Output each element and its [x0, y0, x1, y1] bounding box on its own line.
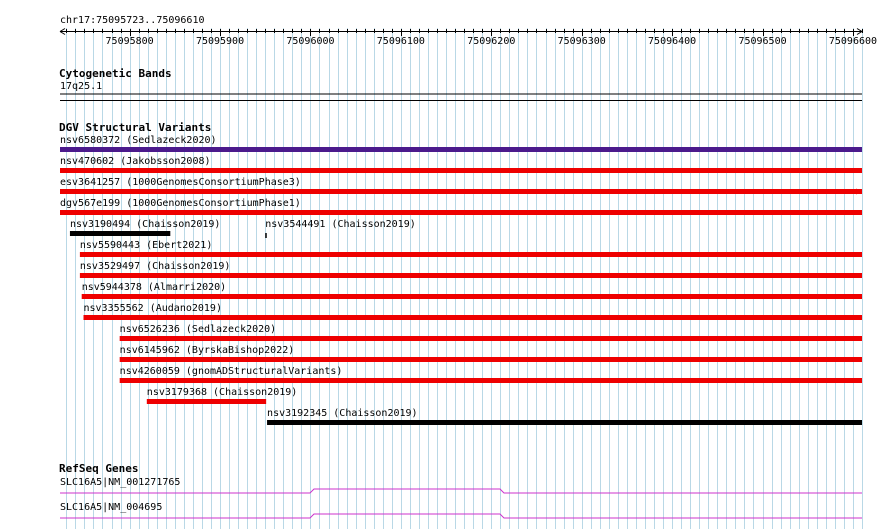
dgv-feature-bar[interactable] [81, 294, 862, 299]
dgv-feature-label: nsv5590443 (Ebert2021) [80, 240, 212, 251]
dgv-feature-bar[interactable] [79, 252, 862, 257]
gene-model-line[interactable] [60, 513, 862, 519]
dgv-feature-bar[interactable] [119, 357, 863, 362]
dgv-feature-label: nsv3529497 (Chaisson2019) [80, 261, 231, 272]
ruler-tick-labels: 75095800 75095900 75096000 75096100 75096200… [106, 36, 878, 47]
dgv-feature[interactable]: nsv4260059 (gnomADStructuralVariants) [119, 366, 863, 383]
gene-model-line[interactable] [60, 488, 862, 494]
dgv-feature-label: nsv5944378 (Almarri2020) [82, 282, 227, 293]
refseq-track-title[interactable]: RefSeq Genes [59, 462, 138, 475]
dgv-feature-label: nsv6580372 (Sedlazeck2020) [60, 135, 217, 146]
dgv-feature[interactable]: nsv6145962 (ByrskaBishop2022) [119, 345, 863, 362]
dgv-feature-label: dgv567e199 (1000GenomesConsortiumPhase1) [60, 198, 301, 209]
dgv-feature-label: nsv3192345 (Chaisson2019) [267, 408, 418, 419]
dgv-feature-bar[interactable] [83, 315, 863, 320]
dgv-feature-bar[interactable] [265, 233, 267, 238]
ruler-tick-label: 75096000 [286, 36, 334, 47]
dgv-feature-bar[interactable] [119, 336, 863, 341]
dgv-feature-bar[interactable] [69, 231, 171, 236]
dgv-feature[interactable]: nsv470602 (Jakobsson2008) [60, 156, 862, 173]
dgv-feature-bar[interactable] [119, 378, 863, 383]
dgv-track-title[interactable]: DGV Structural Variants [59, 121, 211, 134]
ruler-tick-label: 75095800 [106, 36, 154, 47]
dgv-feature-bar[interactable] [60, 210, 862, 215]
dgv-feature-label: esv3641257 (1000GenomesConsortiumPhase3) [60, 177, 301, 188]
dgv-feature-label: nsv3544491 (Chaisson2019) [265, 219, 416, 230]
dgv-feature-bar[interactable] [146, 399, 267, 404]
ruler-tick-label: 75096100 [377, 36, 425, 47]
ruler-location: chr17:75095723..75096610 [60, 15, 205, 26]
ruler-tick-label: 75096600 [829, 36, 877, 47]
dgv-feature-label: nsv6526236 (Sedlazeck2020) [120, 324, 277, 335]
genome-browser-track-view: chr17:75095723..75096610 75095800 7509590… [59, 15, 878, 529]
dgv-feature[interactable]: nsv3355562 (Audano2019) [83, 303, 863, 320]
refseq-gene-label: SLC16A5|NM_001271765 [60, 477, 180, 488]
dgv-feature-bar[interactable] [267, 420, 862, 425]
cytoband-band-label: 17q25.1 [60, 81, 102, 92]
dgv-feature[interactable]: nsv6580372 (Sedlazeck2020) [60, 135, 862, 152]
dgv-feature-bar[interactable] [60, 168, 862, 173]
dgv-feature[interactable]: nsv6526236 (Sedlazeck2020) [119, 324, 863, 341]
dgv-feature-bar[interactable] [60, 147, 862, 152]
dgv-feature-label: nsv3355562 (Audano2019) [84, 303, 222, 314]
refseq-gene-feature[interactable] [60, 488, 862, 494]
dgv-feature-label: nsv3179368 (Chaisson2019) [147, 387, 298, 398]
dgv-feature-label: nsv4260059 (gnomADStructuralVariants) [120, 366, 343, 377]
dgv-feature-label: nsv3190494 (Chaisson2019) [70, 219, 221, 230]
cytoband-track-title[interactable]: Cytogenetic Bands [59, 67, 172, 80]
ruler-tick-label: 75096300 [558, 36, 606, 47]
ruler-axis[interactable] [59, 28, 863, 37]
ruler-tick-label: 75096400 [648, 36, 696, 47]
dgv-feature-bar[interactable] [79, 273, 862, 278]
dgv-feature[interactable]: nsv3544491 (Chaisson2019) [265, 219, 416, 238]
dgv-feature[interactable]: esv3641257 (1000GenomesConsortiumPhase3) [60, 177, 862, 195]
dgv-feature-bar[interactable] [60, 189, 862, 194]
ruler-tick-label: 75096500 [738, 36, 786, 47]
dgv-feature-label: nsv470602 (Jakobsson2008) [60, 156, 211, 167]
dgv-feature-label: nsv6145962 (ByrskaBishop2022) [120, 345, 295, 356]
grid-lines [66, 28, 863, 529]
ruler-tick-label: 75096200 [467, 36, 515, 47]
refseq-gene-label: SLC16A5|NM_004695 [60, 502, 162, 513]
dgv-feature-list: nsv6580372 (Sedlazeck2020) nsv470602 (Jak… [60, 135, 863, 425]
dgv-feature[interactable]: dgv567e199 (1000GenomesConsortiumPhase1) [60, 198, 862, 215]
ruler-tick-label: 75095900 [196, 36, 244, 47]
dgv-feature[interactable]: nsv3190494 (Chaisson2019) [69, 219, 221, 236]
refseq-gene-feature[interactable] [60, 513, 862, 519]
